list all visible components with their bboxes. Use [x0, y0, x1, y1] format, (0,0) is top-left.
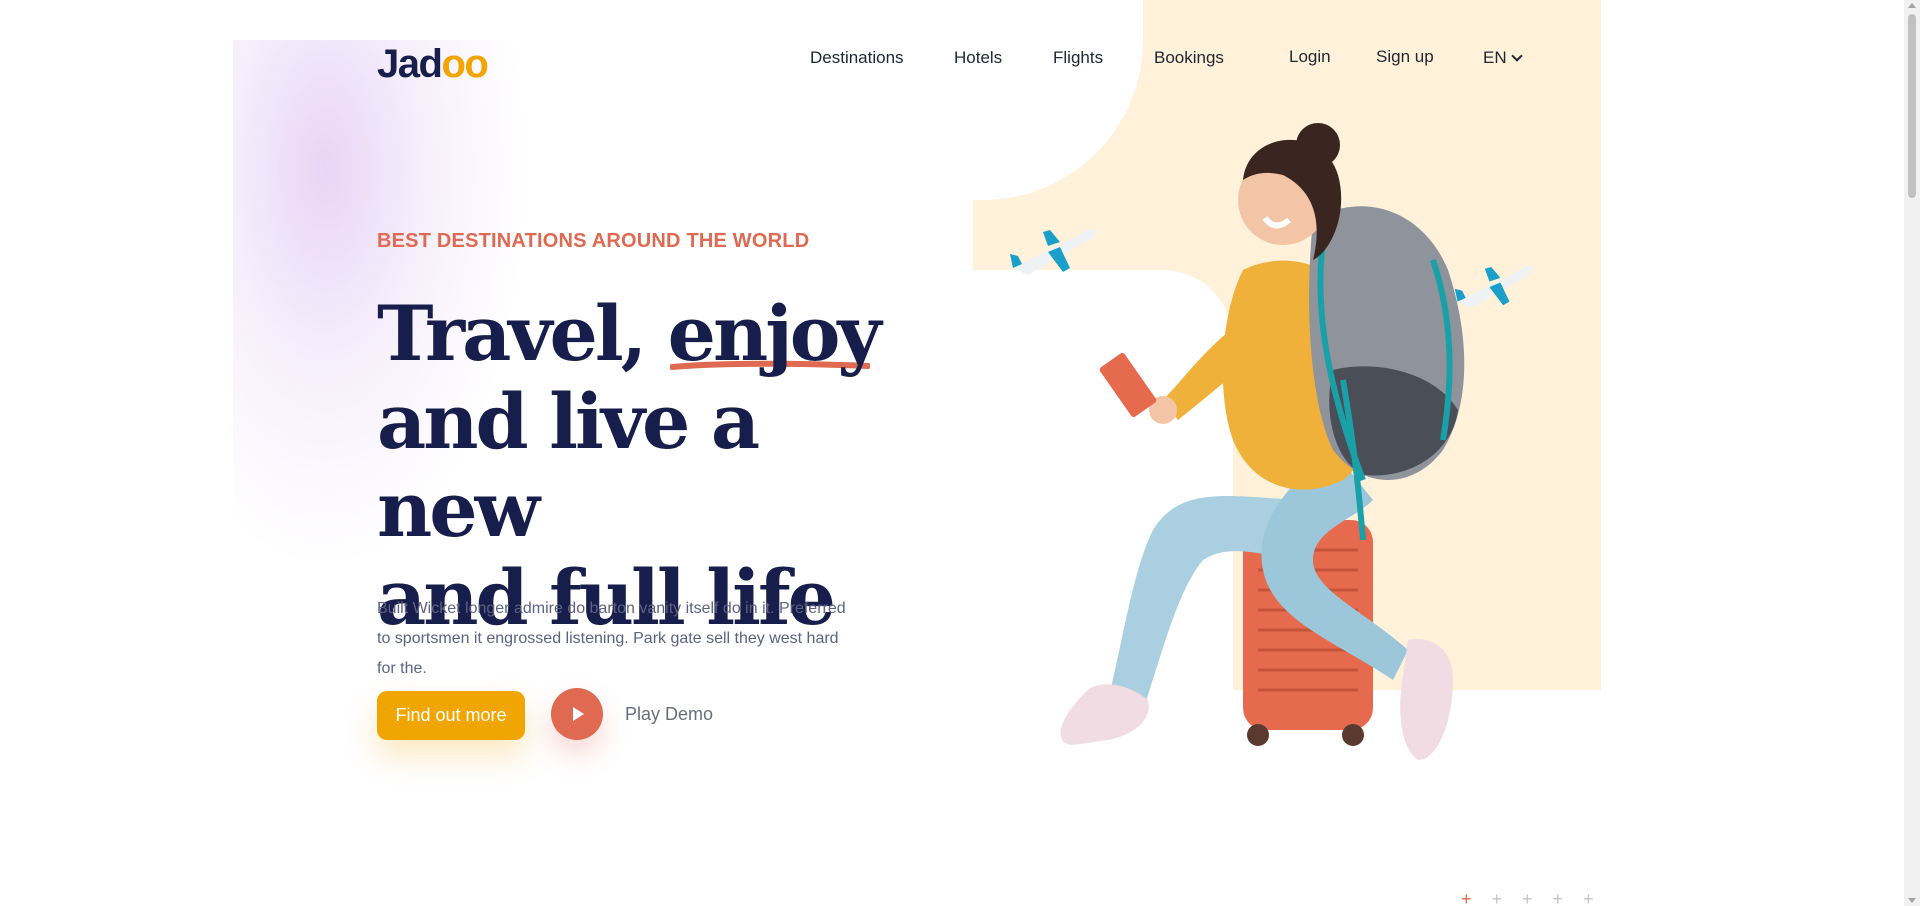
nav-bookings[interactable]: Bookings [1154, 48, 1224, 68]
slider-dot-3[interactable]: + [1522, 890, 1533, 906]
main-nav-flights: Flights [1053, 48, 1103, 68]
nav-hotels[interactable]: Hotels [954, 48, 1002, 68]
landing-page: Jadoo Destinations Hotels Flights Bookin… [233, 0, 1601, 906]
plane-icon-right [1454, 265, 1533, 308]
slider-dots: + + + + + [1461, 890, 1594, 906]
headline-word-enjoy: enjoy [667, 289, 882, 378]
language-selector[interactable]: EN [1483, 48, 1523, 68]
nav-destinations[interactable]: Destinations [810, 48, 904, 68]
headline-line-1: Travel, enjoy [377, 290, 937, 378]
auth-signup: Sign up [1376, 47, 1434, 67]
hero-description: Built Wicket longer admire do barton van… [377, 600, 846, 677]
play-circle[interactable] [551, 688, 603, 740]
logo-text: Jadoo [377, 42, 489, 86]
play-icon [573, 707, 584, 721]
logo[interactable]: Jadoo [377, 42, 489, 87]
play-demo-label: Play Demo [625, 703, 714, 724]
page-scrollbar[interactable] [1904, 0, 1920, 906]
slider-dot-1[interactable]: + [1461, 890, 1472, 906]
headline-line-2: and live a new [377, 377, 760, 554]
hero-tagline: BEST DESTINATIONS AROUND THE WORLD [377, 230, 810, 252]
scroll-up-icon[interactable] [1908, 3, 1916, 8]
hero-headline: Travel, enjoy and live a new and full li… [377, 290, 937, 642]
main-nav-bookings: Bookings [1154, 48, 1224, 68]
scroll-down-icon[interactable] [1908, 898, 1916, 903]
slider-dot-4[interactable]: + [1553, 890, 1564, 906]
login-link[interactable]: Login [1289, 47, 1331, 67]
language-value: EN [1483, 48, 1507, 67]
slider-dot-5[interactable]: + [1583, 890, 1594, 906]
play-demo-button[interactable]: Play Demo [551, 688, 713, 740]
chevron-down-icon [1510, 50, 1523, 62]
scroll-thumb[interactable] [1908, 14, 1916, 198]
main-nav-hotels: Hotels [954, 48, 1002, 68]
traveler-illustration [1060, 123, 1465, 760]
slider-dot-2[interactable]: + [1492, 890, 1503, 906]
signup-link[interactable]: Sign up [1376, 47, 1434, 67]
nav-flights[interactable]: Flights [1053, 48, 1103, 68]
main-nav: Destinations [810, 48, 904, 68]
auth-login: Login [1289, 47, 1331, 67]
headline-word-travel: Travel, [377, 289, 647, 378]
headline-word-enjoy-text: enjoy [667, 289, 882, 378]
find-out-more-button[interactable]: Find out more [377, 691, 525, 740]
plane-icon [1010, 228, 1096, 275]
